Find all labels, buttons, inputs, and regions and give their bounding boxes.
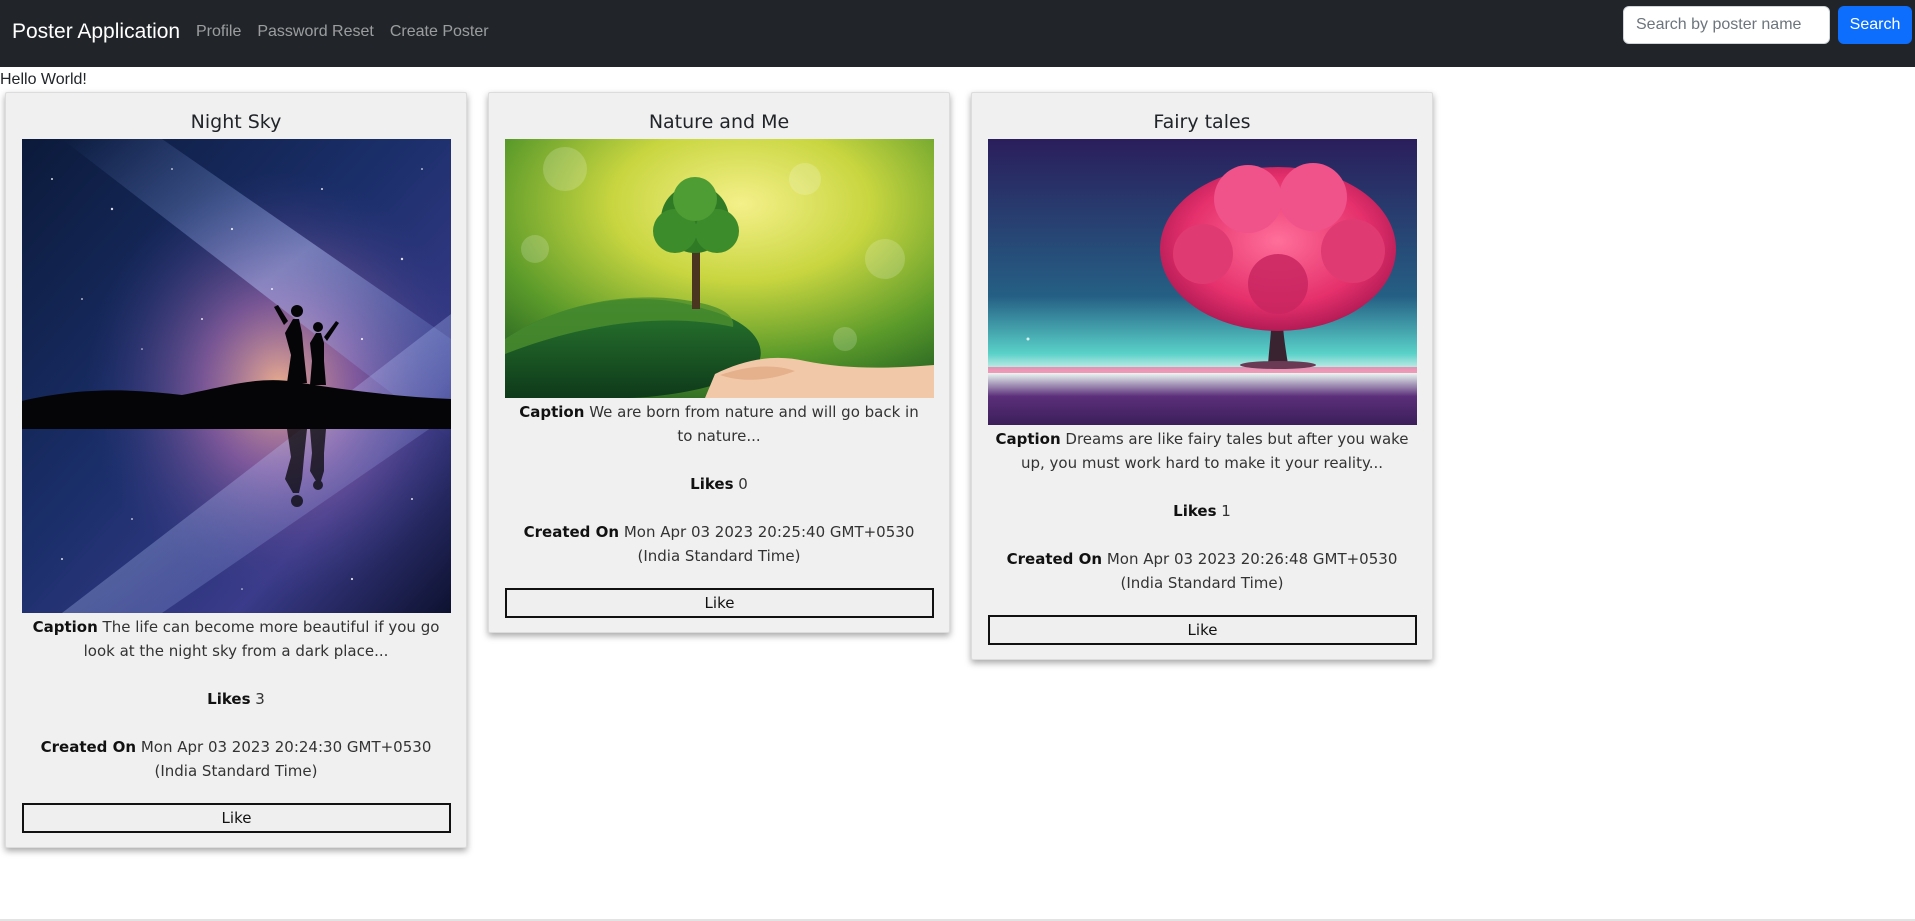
likes-count: 0 [738,475,748,493]
like-button[interactable]: Like [988,615,1417,645]
brand-link[interactable]: Poster Application [12,20,180,44]
created-on-value: Mon Apr 03 2023 20:26:48 GMT+0530 (India… [1106,550,1398,592]
poster-likes: Likes 3 [6,687,466,711]
poster-likes: Likes 0 [489,472,949,496]
caption-label: Caption [519,403,585,421]
likes-label: Likes [690,475,734,493]
search-button[interactable]: Search [1838,6,1912,44]
nav-link-create-poster[interactable]: Create Poster [390,23,489,41]
caption-text: Dreams are like fairy tales but after yo… [1020,430,1409,472]
likes-label: Likes [207,690,251,708]
caption-text: We are born from nature and will go back… [589,403,919,445]
created-on-label: Created On [1006,550,1103,568]
poster-likes: Likes 1 [972,499,1432,523]
likes-count: 1 [1221,502,1231,520]
like-button[interactable]: Like [505,588,934,618]
poster-created-on: Created On Mon Apr 03 2023 20:24:30 GMT+… [6,735,466,783]
poster-title: Nature and Me [648,111,790,133]
search-form: Search [1623,6,1912,44]
likes-label: Likes [1173,502,1217,520]
nav-links: Profile Password Reset Create Poster [196,23,505,41]
created-on-label: Created On [40,738,137,756]
poster-card-night-sky: Night Sky Caption The life can become mo… [5,92,467,848]
poster-created-on: Created On Mon Apr 03 2023 20:26:48 GMT+… [972,547,1432,595]
poster-image-nature-and-me [505,139,934,398]
nav-link-password-reset[interactable]: Password Reset [257,23,374,41]
poster-caption: Caption The life can become more beautif… [6,615,466,663]
poster-title: Fairy tales [1153,111,1251,133]
poster-image-fairy-tales [988,139,1417,425]
caption-text: The life can become more beautiful if yo… [83,618,440,660]
caption-label: Caption [995,430,1061,448]
greeting-text: Hello World! [0,71,87,88]
poster-caption: Caption Dreams are like fairy tales but … [972,427,1432,475]
created-on-value: Mon Apr 03 2023 20:25:40 GMT+0530 (India… [623,523,915,565]
likes-count: 3 [255,690,265,708]
poster-created-on: Created On Mon Apr 03 2023 20:25:40 GMT+… [489,520,949,568]
search-input[interactable] [1623,6,1830,44]
poster-title: Night Sky [190,111,282,133]
caption-label: Caption [32,618,98,636]
created-on-label: Created On [523,523,620,541]
created-on-value: Mon Apr 03 2023 20:24:30 GMT+0530 (India… [140,738,432,780]
navbar: Poster Application Profile Password Rese… [0,0,1915,67]
nav-link-profile[interactable]: Profile [196,23,241,41]
poster-caption: Caption We are born from nature and will… [489,400,949,448]
like-button[interactable]: Like [22,803,451,833]
poster-image-night-sky [22,139,451,613]
poster-card-nature-and-me: Nature and Me Caption We are born from n… [488,92,950,633]
poster-card-fairy-tales: Fairy tales Caption Dreams are like fair… [971,92,1433,660]
